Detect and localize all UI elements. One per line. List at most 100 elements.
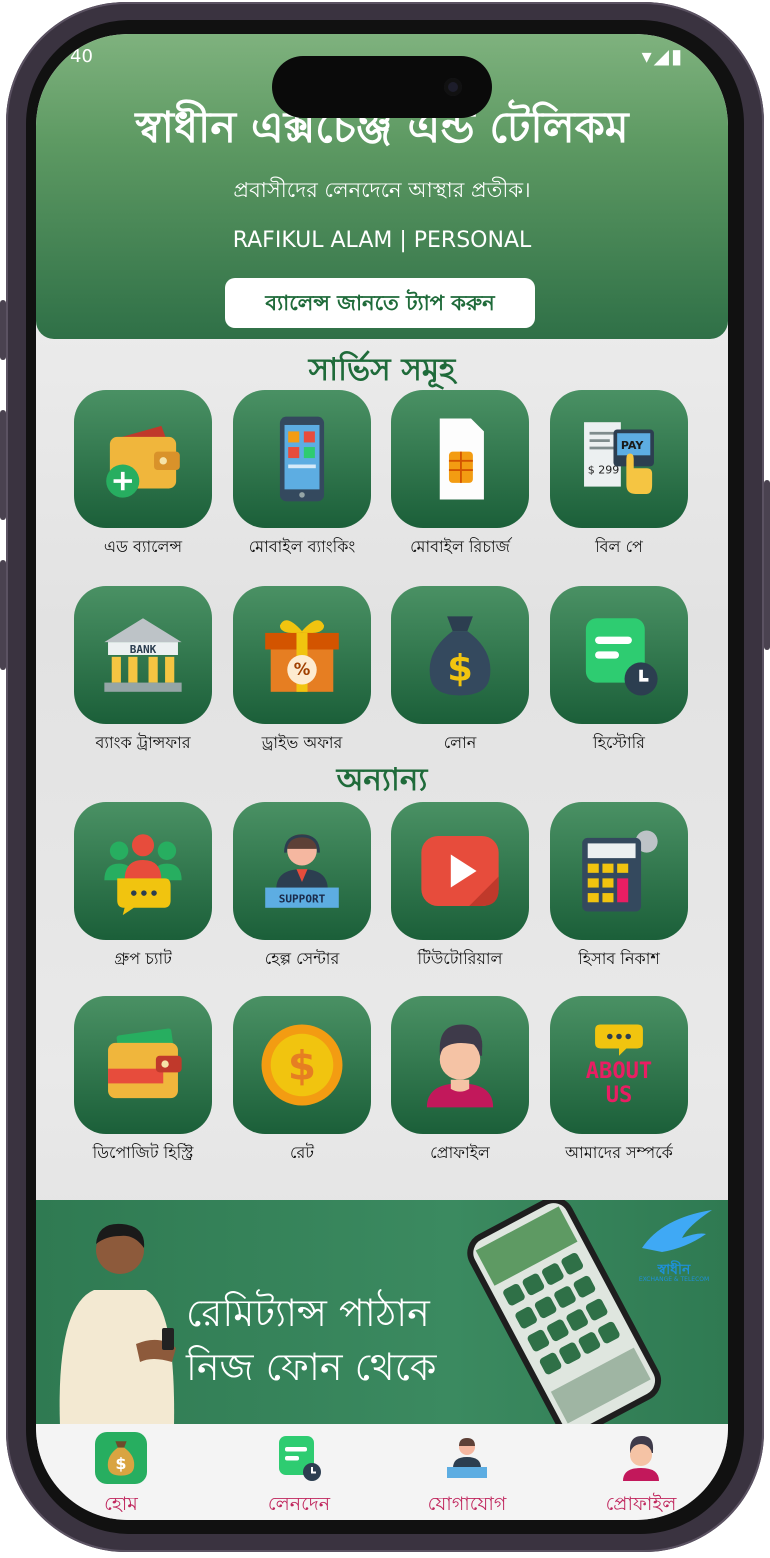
nav-home[interactable]: $ হোম	[46, 1432, 196, 1520]
bank-icon: BANK	[104, 618, 182, 692]
tile-label: টিউটোরিয়াল	[417, 949, 503, 968]
nav-profile[interactable]: প্রোফাইল	[566, 1432, 716, 1520]
tile-label: বিল পে	[595, 537, 643, 556]
other-profile[interactable]: প্রোফাইল	[391, 996, 529, 1167]
support-agent-icon	[441, 1432, 493, 1484]
front-camera	[444, 78, 462, 96]
svg-text:%: %	[294, 660, 311, 679]
service-bank-transfer[interactable]: BANK ব্যাংক ট্রান্সফার	[74, 586, 212, 757]
support-agent-icon: SUPPORT	[265, 834, 339, 908]
about-text-2: US	[606, 1083, 633, 1108]
gift-box-icon: %	[265, 620, 339, 692]
tile-background	[550, 586, 688, 724]
power-button	[764, 480, 770, 650]
volume-down-button	[0, 560, 6, 670]
profile-icon	[615, 1432, 667, 1484]
bill-amount: $ 299	[588, 464, 620, 477]
money-bag-icon: $	[429, 616, 491, 696]
tile-label: রেট	[289, 1143, 314, 1162]
mobile-phone-icon	[279, 416, 325, 502]
nav-transactions[interactable]: লেনদেন	[224, 1432, 374, 1520]
tile-label: এড ব্যালেন্স	[103, 537, 183, 556]
other-accounts[interactable]: হিসাব নিকাশ	[550, 802, 688, 973]
tile-background	[74, 390, 212, 528]
svg-text:$: $	[447, 647, 473, 690]
tile-background	[391, 996, 529, 1134]
tile-background: SUPPORT	[233, 802, 371, 940]
service-mobile-recharge[interactable]: মোবাইল রিচার্জ	[391, 390, 529, 561]
tile-background	[391, 390, 529, 528]
pay-screen-text: PAY	[621, 439, 645, 452]
volume-up-button	[0, 410, 6, 520]
signal-battery-icon: ▾◢▮	[641, 44, 684, 68]
service-drive-offer[interactable]: % ড্রাইভ অফার	[233, 586, 371, 757]
support-sign: SUPPORT	[279, 892, 326, 905]
tile-background	[74, 996, 212, 1134]
user-account-label: RAFIKUL ALAM | PERSONAL	[232, 228, 532, 253]
tile-background	[233, 390, 371, 528]
brand-logo-subtext: EXCHANGE & TELECOM	[638, 1276, 710, 1283]
play-video-icon	[421, 836, 499, 906]
status-time: 40	[70, 46, 93, 67]
app-tagline: প্রবাসীদের লেনদেনে আস্থার প্রতীক।	[233, 178, 531, 202]
tile-label: আমাদের সম্পর্কে	[565, 1143, 673, 1162]
tile-background: ABOUT US	[550, 996, 688, 1134]
other-tutorial[interactable]: টিউটোরিয়াল	[391, 802, 529, 973]
tile-background: $ 299 PAY	[550, 390, 688, 528]
tile-label: লোন	[443, 733, 477, 752]
bill-pay-icon: $ 299 PAY	[584, 422, 654, 494]
nav-label: হোম	[104, 1493, 138, 1515]
dollar-coin-icon: $	[261, 1024, 343, 1106]
svg-text:$: $	[115, 1454, 126, 1473]
tile-label: মোবাইল ব্যাংকিং	[248, 537, 356, 556]
tile-label: হেল্প সেন্টার	[264, 949, 340, 968]
man-with-phone-image	[59, 1223, 176, 1424]
other-rate[interactable]: $ রেট	[233, 996, 371, 1167]
bank-sign: BANK	[130, 643, 157, 656]
service-loan[interactable]: $ লোন	[391, 586, 529, 757]
other-help-center[interactable]: SUPPORT হেল্প সেন্টার	[233, 802, 371, 973]
calculator-icon	[582, 830, 658, 912]
other-deposit-history[interactable]: ডিপোজিট হিস্ট্রি	[74, 996, 212, 1167]
tile-label: মোবাইল রিচার্জ	[410, 537, 510, 556]
about-text-1: ABOUT	[586, 1059, 652, 1084]
money-bag-icon: $	[95, 1432, 147, 1484]
tile-label: হিসাব নিকাশ	[578, 949, 660, 968]
other-group-chat[interactable]: গ্রুপ চ্যাট	[74, 802, 212, 973]
history-icon	[273, 1432, 325, 1484]
check-balance-button[interactable]: ব্যালেন্স জানতে ট্যাপ করুন	[225, 278, 535, 328]
others-heading: অন্যান্য	[336, 762, 428, 798]
svg-text:$: $	[288, 1042, 316, 1090]
about-us-icon: ABOUT US	[586, 1024, 652, 1108]
bottom-nav: $ হোম লেনদেন যোগাযোগ প্রোফাইল	[36, 1424, 728, 1520]
service-add-balance[interactable]: এড ব্যালেন্স	[74, 390, 212, 561]
tile-label: ব্যাংক ট্রান্সফার	[95, 733, 191, 752]
tile-label: হিস্টোরি	[593, 733, 645, 752]
tile-background	[74, 802, 212, 940]
deposit-wallet-icon	[108, 1028, 182, 1099]
tile-background: BANK	[74, 586, 212, 724]
tile-label: ড্রাইভ অফার	[261, 733, 343, 752]
history-icon	[585, 618, 658, 696]
tile-background	[550, 802, 688, 940]
nav-label: প্রোফাইল	[605, 1493, 677, 1515]
profile-icon	[426, 1024, 494, 1108]
tile-label: প্রোফাইল	[430, 1143, 490, 1162]
sim-card-icon	[439, 418, 484, 500]
tile-label: গ্রুপ চ্যাট	[114, 949, 172, 968]
service-history[interactable]: হিস্টোরি	[550, 586, 688, 757]
wallet-add-icon	[106, 425, 180, 498]
tile-background	[391, 802, 529, 940]
other-about-us[interactable]: ABOUT US আমাদের সম্পর্কে	[550, 996, 688, 1167]
banner-line-2: নিজ ফোন থেকে	[186, 1345, 437, 1389]
tile-background: $	[233, 996, 371, 1134]
service-bill-pay[interactable]: $ 299 PAY বিল পে	[550, 390, 688, 561]
nav-label: যোগাযোগ	[427, 1493, 507, 1515]
app-screen: 40 ▾◢▮ স্বাধীন এক্সচেঞ্জ এন্ড টেলিকম প্র…	[36, 34, 728, 1520]
silent-switch	[0, 300, 6, 360]
promo-banner[interactable]: রেমিট্যান্স পাঠান নিজ ফোন থেকে স্বাধীন E…	[36, 1200, 728, 1424]
tile-background: %	[233, 586, 371, 724]
service-mobile-banking[interactable]: মোবাইল ব্যাংকিং	[233, 390, 371, 561]
nav-contact[interactable]: যোগাযোগ	[392, 1432, 542, 1520]
group-chat-icon	[104, 834, 182, 916]
